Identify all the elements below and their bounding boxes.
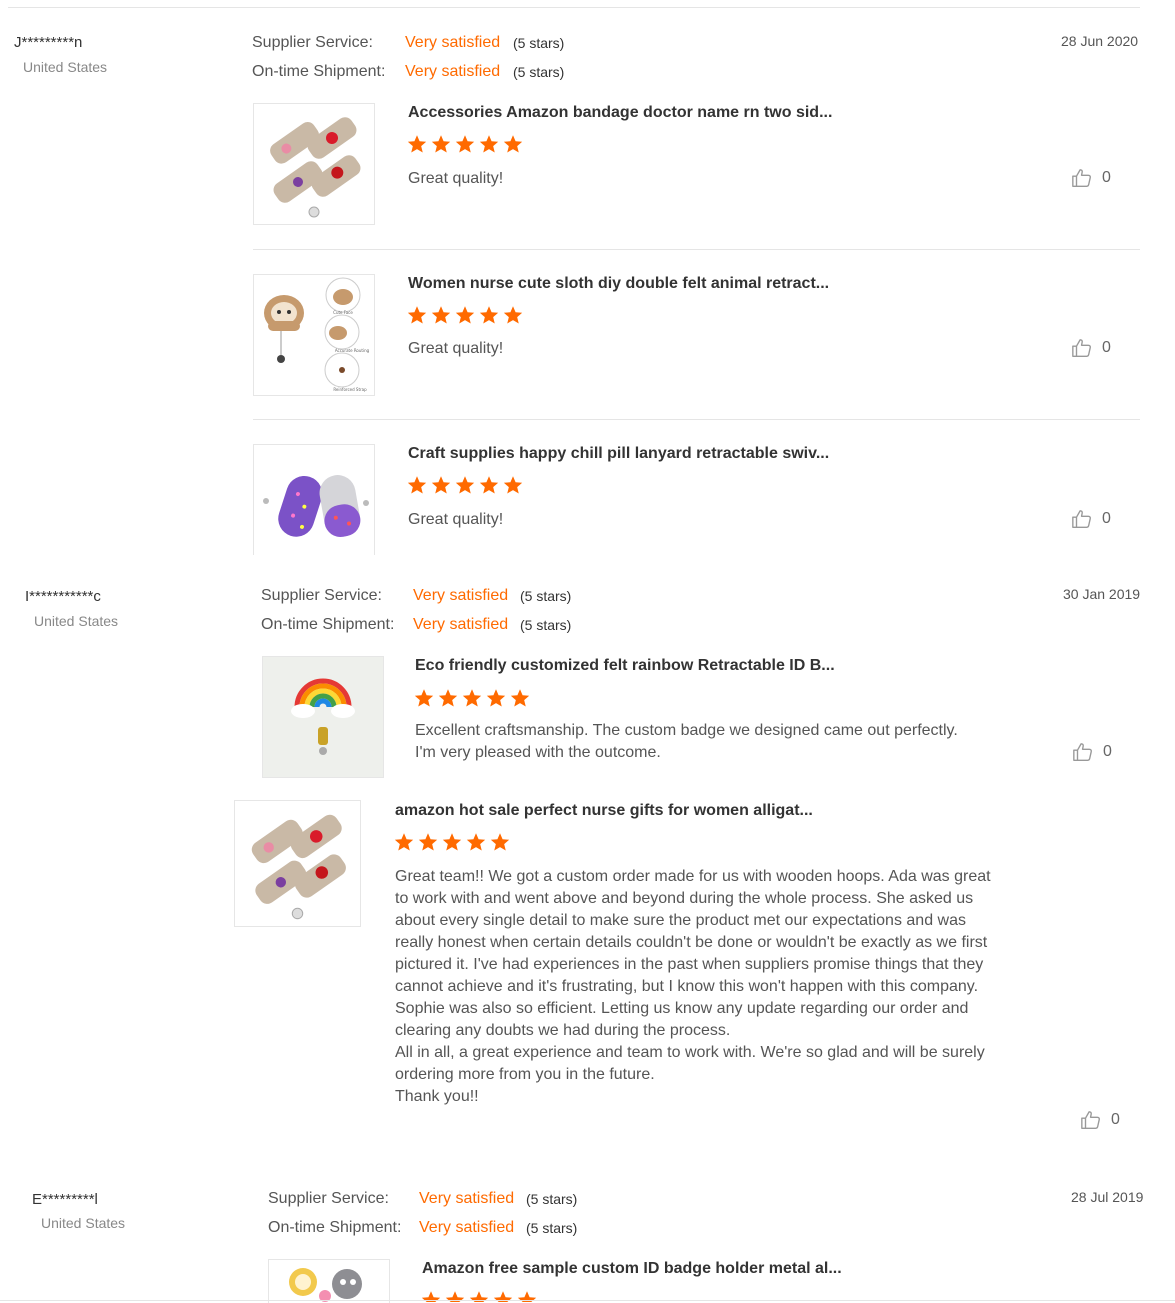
ontime-shipment-label: On-time Shipment: xyxy=(261,616,395,633)
star-icon xyxy=(510,689,530,707)
product-divider xyxy=(253,249,1140,250)
star-icon xyxy=(407,306,427,324)
image-caption: Accurate Routing xyxy=(335,348,370,353)
reviewer-name: I***********c xyxy=(25,588,101,605)
review-text: Great quality! xyxy=(408,170,504,187)
bottom-divider xyxy=(0,1300,1175,1301)
star-icon xyxy=(503,135,523,153)
product-title[interactable]: Eco friendly customized felt rainbow Ret… xyxy=(415,657,835,675)
supplier-service-stars: (5 stars) xyxy=(520,588,572,604)
star-rating xyxy=(394,832,510,852)
star-icon xyxy=(394,833,414,851)
reviewer-name: J*********n xyxy=(14,34,83,51)
star-icon xyxy=(455,476,475,494)
thumbs-up-icon xyxy=(1081,1111,1100,1129)
top-divider xyxy=(8,7,1140,8)
reviewer-country: United States xyxy=(34,613,119,629)
star-icon xyxy=(462,689,482,707)
star-icon xyxy=(455,306,475,324)
star-icon xyxy=(503,306,523,324)
thumbs-up-icon xyxy=(1072,510,1091,528)
bandage-badge-image[interactable] xyxy=(234,800,361,927)
reviewer-name: E*********l xyxy=(32,1191,98,1208)
like-button[interactable]: 0 xyxy=(1071,167,1111,189)
review-text: Great team!! We got a custom order made … xyxy=(395,868,991,1105)
star-icon xyxy=(466,833,486,851)
image-caption: Reinforced Strap xyxy=(333,387,367,392)
supplier-service-rating: Very satisfied xyxy=(413,587,509,604)
review-text: Great quality! xyxy=(408,511,504,528)
reviewer-country: United States xyxy=(41,1215,126,1231)
like-count: 0 xyxy=(1103,743,1112,760)
supplier-service-label: Supplier Service: xyxy=(252,34,373,51)
review-date: 28 Jun 2020 xyxy=(1061,33,1139,49)
bandage-badge-image[interactable] xyxy=(253,103,375,225)
star-icon xyxy=(486,689,506,707)
star-rating xyxy=(407,475,523,495)
star-icon xyxy=(438,689,458,707)
product-divider xyxy=(253,419,1140,420)
star-icon xyxy=(431,135,451,153)
like-count: 0 xyxy=(1102,510,1111,527)
star-icon xyxy=(503,476,523,494)
like-button[interactable]: 0 xyxy=(1071,508,1111,530)
rainbow-badge-image[interactable] xyxy=(262,656,384,778)
star-icon xyxy=(431,476,451,494)
ontime-shipment-rating: Very satisfied xyxy=(419,1219,515,1236)
supplier-service-stars: (5 stars) xyxy=(526,1191,578,1207)
ontime-shipment-label: On-time Shipment: xyxy=(252,63,386,80)
star-rating xyxy=(407,305,523,325)
star-icon xyxy=(431,306,451,324)
supplier-service-rating: Very satisfied xyxy=(419,1190,515,1207)
sloth-badge-image[interactable]: Cute Face Accurate Routing Reinforced St… xyxy=(253,274,375,396)
like-button[interactable]: 0 xyxy=(1080,1109,1120,1131)
ontime-shipment-stars: (5 stars) xyxy=(513,64,565,80)
star-icon xyxy=(407,135,427,153)
ontime-shipment-label: On-time Shipment: xyxy=(268,1219,402,1236)
star-icon xyxy=(455,135,475,153)
thumbs-up-icon xyxy=(1073,743,1092,761)
pill-badge-image[interactable] xyxy=(253,444,375,555)
star-icon xyxy=(407,476,427,494)
like-count: 0 xyxy=(1102,339,1111,356)
review-date: 30 Jan 2019 xyxy=(1063,586,1141,602)
product-title[interactable]: Amazon free sample custom ID badge holde… xyxy=(422,1260,842,1278)
like-count: 0 xyxy=(1102,169,1111,186)
product-title[interactable]: Craft supplies happy chill pill lanyard … xyxy=(408,445,829,463)
like-button[interactable]: 0 xyxy=(1071,337,1111,359)
ontime-shipment-rating: Very satisfied xyxy=(413,616,509,633)
animal-badges-image[interactable] xyxy=(268,1259,390,1303)
image-caption: Cute Face xyxy=(333,310,353,315)
product-title[interactable]: Accessories Amazon bandage doctor name r… xyxy=(408,104,832,122)
star-icon xyxy=(490,833,510,851)
like-count: 0 xyxy=(1111,1111,1120,1128)
ontime-shipment-stars: (5 stars) xyxy=(526,1220,578,1236)
thumbs-up-icon xyxy=(1072,169,1091,187)
star-rating xyxy=(414,688,530,708)
product-title[interactable]: amazon hot sale perfect nurse gifts for … xyxy=(395,802,813,820)
thumbs-up-icon xyxy=(1072,339,1091,357)
star-icon xyxy=(479,306,499,324)
supplier-service-label: Supplier Service: xyxy=(261,587,382,604)
star-icon xyxy=(479,476,499,494)
like-button[interactable]: 0 xyxy=(1072,741,1112,763)
review-text: Excellent craftsmanship. The custom badg… xyxy=(415,722,958,761)
star-rating xyxy=(407,134,523,154)
supplier-service-label: Supplier Service: xyxy=(268,1190,389,1207)
star-icon xyxy=(442,833,462,851)
star-icon xyxy=(414,689,434,707)
review-text: Great quality! xyxy=(408,340,504,357)
supplier-service-rating: Very satisfied xyxy=(405,34,501,51)
ontime-shipment-stars: (5 stars) xyxy=(520,617,572,633)
star-icon xyxy=(479,135,499,153)
star-icon xyxy=(418,833,438,851)
ontime-shipment-rating: Very satisfied xyxy=(405,63,501,80)
product-title[interactable]: Women nurse cute sloth diy double felt a… xyxy=(408,275,829,293)
review-date: 28 Jul 2019 xyxy=(1071,1189,1144,1205)
supplier-service-stars: (5 stars) xyxy=(513,35,565,51)
reviewer-country: United States xyxy=(23,59,108,75)
